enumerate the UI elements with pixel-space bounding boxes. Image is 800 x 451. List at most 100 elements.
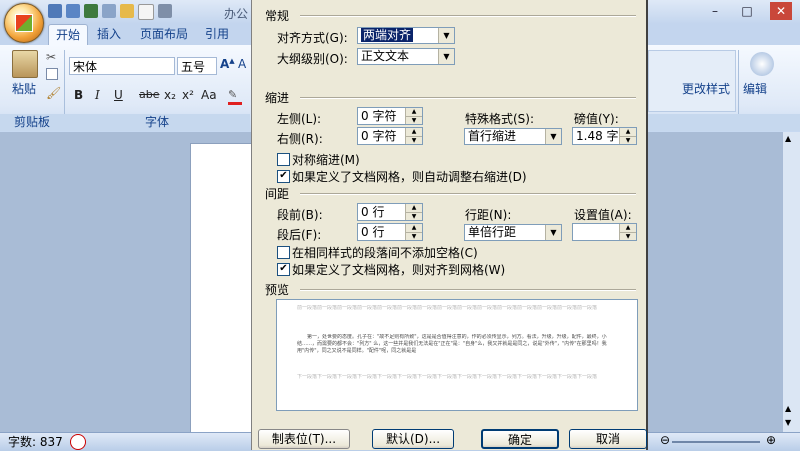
chevron-down-icon[interactable]: ▼ [545,225,561,240]
cancel-button[interactable]: 取消 [569,429,647,449]
change-styles-label[interactable]: 更改样式 [682,80,730,97]
subscript-button[interactable]: x₂ [164,86,176,104]
tab-page-layout[interactable]: 页面布局 [133,24,195,45]
preview-section-header: 预览 [265,283,290,297]
redo-icon[interactable] [102,4,116,18]
tab-insert[interactable]: 插入 [90,24,128,45]
special-indent-label: 特殊格式(S): [465,112,535,126]
spacing-section-header: 间距 [265,187,290,201]
left-indent-value: 0 字符 [361,109,397,123]
outline-level-select[interactable]: 正文文本 ▼ [357,48,455,65]
chevron-down-icon[interactable]: ▼ [438,49,454,64]
right-indent-value: 0 字符 [361,129,397,143]
space-before-label: 段前(B): [277,208,323,222]
preview-next-paragraph: 下一段落下一段落下一段落下一段落下一段落下一段落下一段落下一段落下一段落下一段落… [297,374,598,380]
snap-grid-checkbox[interactable]: ✔ [277,263,290,276]
font-size-select[interactable]: 五号 [177,57,217,75]
superscript-button[interactable]: x² [182,86,194,104]
no-space-label[interactable]: 在相同样式的段落间不添加空格(C) [292,244,478,261]
spin-up-icon[interactable]: ▲ [406,204,422,213]
spin-down-icon[interactable]: ▼ [406,213,422,220]
spin-down-icon[interactable]: ▼ [406,233,422,240]
paste-icon[interactable] [12,50,38,78]
zoom-out-icon[interactable]: ⊖ [660,433,670,447]
word-icon [48,4,62,18]
new-icon[interactable] [138,4,154,20]
indent-by-input[interactable]: 1.48 字符 ▲ ▼ [572,127,637,145]
alignment-select[interactable]: 两端对齐 ▼ [357,27,455,44]
special-indent-select[interactable]: 首行缩进 ▼ [464,128,562,145]
zoom-in-icon[interactable]: ⊕ [766,433,776,447]
find-icon[interactable] [750,52,774,76]
open-icon[interactable] [120,4,134,18]
word-count[interactable]: 字数: 837 [8,433,63,450]
spin-up-icon[interactable]: ▲ [620,224,636,233]
preview-previous-paragraph: 前一段落前一段落前一段落前一段落前一段落前一段落前一段落前一段落前一段落前一段落… [297,305,598,311]
spin-up-icon[interactable]: ▲ [406,108,422,117]
scroll-up-icon[interactable]: ▲ [785,134,791,143]
line-spacing-label: 行距(N): [465,208,512,222]
highlight-icon[interactable]: ✎ [228,88,242,105]
close-button[interactable]: ✕ [770,2,792,20]
chevron-down-icon[interactable]: ▼ [545,129,561,144]
prev-page-icon[interactable]: ▲ [785,404,791,413]
strikethrough-button[interactable]: abe [139,86,160,104]
tab-references[interactable]: 引用 [198,24,236,45]
undo-icon[interactable] [84,4,98,18]
tabs-button[interactable]: 制表位(T)... [258,429,350,449]
auto-adjust-label[interactable]: 如果定义了文档网格，则自动调整右缩进(D) [292,168,527,185]
styles-group-label [648,114,800,131]
spin-down-icon[interactable]: ▼ [406,117,422,124]
spin-down-icon[interactable]: ▼ [620,137,636,144]
office-button[interactable] [4,3,44,43]
save-icon[interactable] [66,4,80,18]
grow-font-icon[interactable]: A▲ [220,57,235,71]
line-spacing-select[interactable]: 单倍行距 ▼ [464,224,562,241]
default-button[interactable]: 默认(D)... [372,429,454,449]
tab-home[interactable]: 开始 [48,24,89,46]
spin-up-icon[interactable]: ▲ [620,128,636,137]
underline-button[interactable]: U [114,86,123,104]
print-icon[interactable] [158,4,172,18]
quick-access-toolbar [48,4,172,20]
font-name-select[interactable]: 宋体 [69,57,175,75]
divider [300,193,636,195]
no-space-checkbox[interactable] [277,246,290,259]
bold-button[interactable]: B [74,86,83,104]
right-indent-input[interactable]: 0 字符 ▲ ▼ [357,127,423,145]
next-page-icon[interactable]: ▼ [785,418,791,427]
spin-up-icon[interactable]: ▲ [406,224,422,233]
zoom-slider[interactable] [672,441,760,443]
edit-label[interactable]: 编辑 [743,80,767,97]
mirror-indent-label[interactable]: 对称缩进(M) [292,151,360,168]
space-before-input[interactable]: 0 行 ▲ ▼ [357,203,423,221]
snap-grid-label[interactable]: 如果定义了文档网格，则对齐到网格(W) [292,261,505,278]
chevron-down-icon[interactable]: ▼ [438,28,454,43]
format-painter-icon[interactable]: 🖌 [46,86,61,100]
spin-down-icon[interactable]: ▼ [620,233,636,240]
preview-box: 前一段落前一段落前一段落前一段落前一段落前一段落前一段落前一段落前一段落前一段落… [276,299,638,411]
spin-down-icon[interactable]: ▼ [406,137,422,144]
italic-button[interactable]: I [95,86,100,104]
indent-section-header: 缩进 [265,91,290,105]
spellcheck-icon[interactable] [70,434,86,450]
document-page[interactable] [190,143,252,434]
ok-button[interactable]: 确定 [481,429,559,449]
left-indent-input[interactable]: 0 字符 ▲ ▼ [357,107,423,125]
change-case-button[interactable]: Aa [201,86,217,104]
minimize-button[interactable]: – [704,2,726,20]
line-spacing-value: 单倍行距 [468,225,517,239]
mirror-indent-checkbox[interactable] [277,153,290,166]
paste-label[interactable]: 粘贴 [12,80,36,97]
spin-up-icon[interactable]: ▲ [406,128,422,137]
alignment-label: 对齐方式(G): [277,31,348,45]
copy-icon[interactable] [46,68,58,80]
spacing-at-input[interactable]: ▲ ▼ [572,223,637,241]
spacing-at-label: 设置值(A): [574,208,632,222]
maximize-button[interactable]: □ [736,2,758,20]
space-after-input[interactable]: 0 行 ▲ ▼ [357,223,423,241]
shrink-font-icon[interactable]: A [238,57,246,71]
cut-icon[interactable]: ✂ [46,50,56,64]
auto-adjust-checkbox[interactable]: ✔ [277,170,290,183]
vertical-scrollbar[interactable] [782,132,800,432]
